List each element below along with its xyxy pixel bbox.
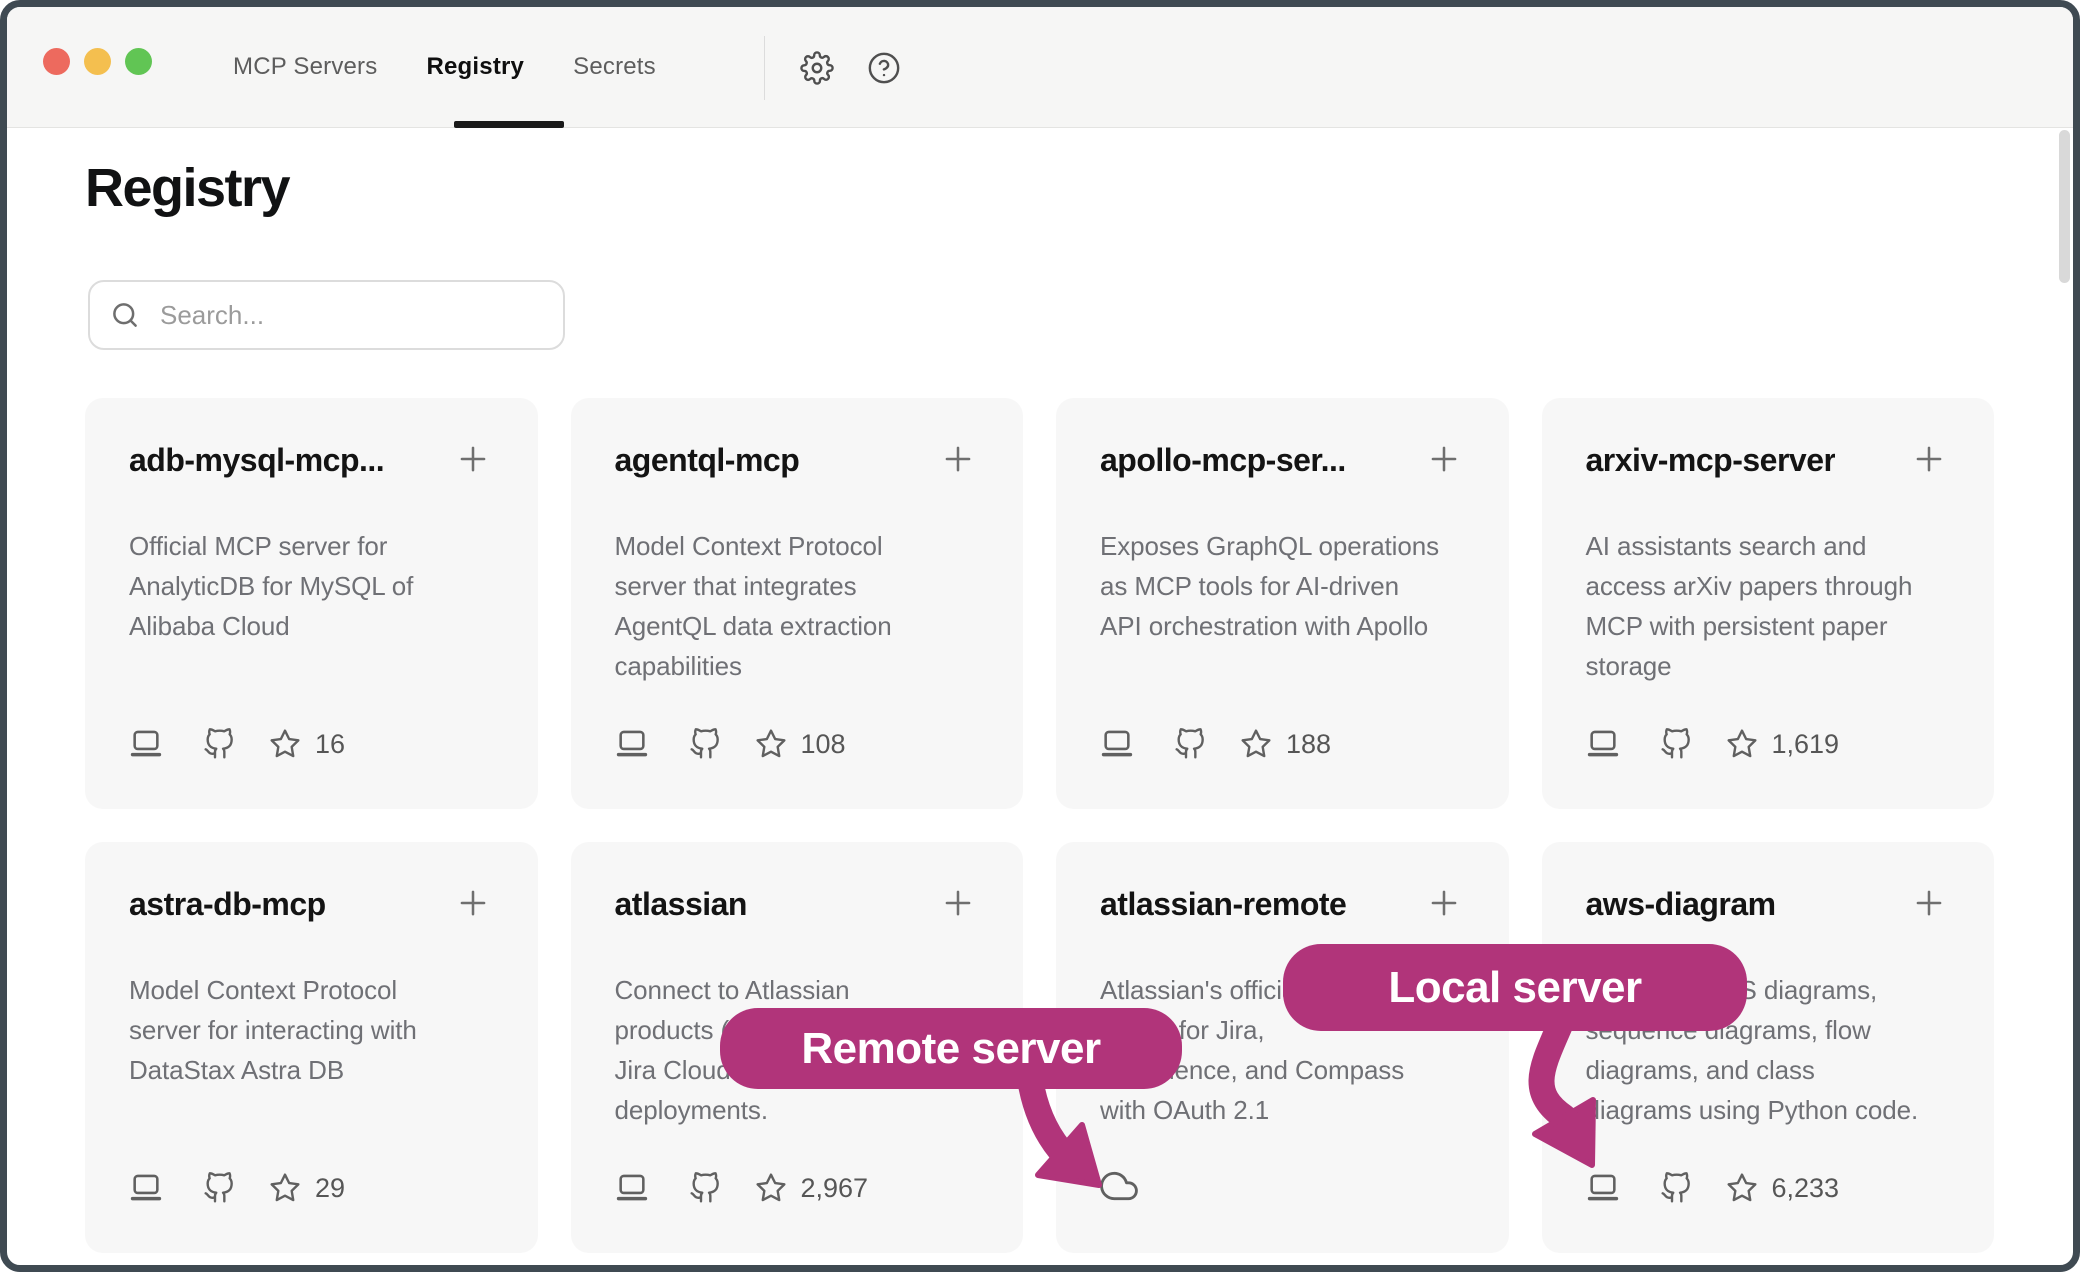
- server-name: atlassian-remote: [1100, 882, 1346, 926]
- tab-secrets[interactable]: Secrets: [573, 53, 656, 81]
- server-description: AI assistants search and access arXiv pa…: [1586, 526, 1949, 686]
- github-icon: [203, 1172, 235, 1204]
- server-card[interactable]: aws-diagram Generate AWS diagrams, seque…: [1542, 842, 1995, 1253]
- star-icon: [1726, 1172, 1758, 1204]
- laptop-icon: [1586, 1171, 1620, 1205]
- github-icon: [689, 728, 721, 760]
- add-server-button[interactable]: [454, 440, 492, 481]
- server-name: astra-db-mcp: [129, 882, 326, 926]
- settings-gear-icon[interactable]: [800, 51, 834, 85]
- server-card[interactable]: arxiv-mcp-server AI assistants search an…: [1542, 398, 1995, 809]
- star-icon: [269, 1172, 301, 1204]
- github-icon: [1660, 728, 1692, 760]
- minimize-button[interactable]: [84, 48, 111, 75]
- card-header: atlassian: [615, 882, 978, 926]
- tab-registry[interactable]: Registry: [426, 53, 524, 81]
- annotation-remote-server: Remote server: [720, 1008, 1182, 1089]
- annotation-local-label: Local server: [1388, 963, 1641, 1013]
- server-meta-row: 29: [129, 1171, 492, 1205]
- server-description: Official MCP server for AnalyticDB for M…: [129, 526, 492, 646]
- zoom-button[interactable]: [125, 48, 152, 75]
- page-title: Registry: [85, 157, 289, 219]
- add-server-button[interactable]: [1425, 884, 1463, 925]
- laptop-icon: [1100, 727, 1134, 761]
- server-card[interactable]: apollo-mcp-ser... Exposes GraphQL operat…: [1056, 398, 1509, 809]
- server-meta-row: 1,619: [1586, 727, 1949, 761]
- card-header: apollo-mcp-ser...: [1100, 438, 1463, 482]
- server-card-grid: adb-mysql-mcp... Official MCP server for…: [85, 398, 1994, 1253]
- star-icon: [755, 728, 787, 760]
- add-server-button[interactable]: [1910, 440, 1948, 481]
- star-count: 29: [315, 1173, 345, 1204]
- add-server-button[interactable]: [1425, 440, 1463, 481]
- laptop-icon: [129, 1171, 163, 1205]
- search-input[interactable]: [160, 300, 543, 331]
- add-server-button[interactable]: [939, 440, 977, 481]
- github-icon: [1174, 728, 1206, 760]
- server-card[interactable]: adb-mysql-mcp... Official MCP server for…: [85, 398, 538, 809]
- server-description: Model Context Protocol server that integ…: [615, 526, 978, 686]
- star-count: 1,619: [1772, 729, 1840, 760]
- titlebar: MCP Servers Registry Secrets: [7, 7, 2073, 128]
- card-header: adb-mysql-mcp...: [129, 438, 492, 482]
- laptop-icon: [615, 1171, 649, 1205]
- star-count: 2,967: [801, 1173, 869, 1204]
- github-icon: [203, 728, 235, 760]
- github-icon: [1660, 1172, 1692, 1204]
- add-server-button[interactable]: [454, 884, 492, 925]
- active-tab-underline: [454, 121, 564, 128]
- github-icon: [689, 1172, 721, 1204]
- laptop-icon: [1586, 727, 1620, 761]
- annotation-local-server: Local server: [1283, 944, 1747, 1031]
- server-meta-row: 108: [615, 727, 978, 761]
- server-name: aws-diagram: [1586, 882, 1776, 926]
- card-header: arxiv-mcp-server: [1586, 438, 1949, 482]
- server-description: Exposes GraphQL operations as MCP tools …: [1100, 526, 1463, 646]
- search-box: [88, 280, 565, 350]
- tab-bar: MCP Servers Registry Secrets: [233, 7, 656, 127]
- cloud-icon: [1100, 1167, 1138, 1205]
- star-count: 16: [315, 729, 345, 760]
- server-meta-row: 16: [129, 727, 492, 761]
- laptop-icon: [129, 727, 163, 761]
- scrollbar-thumb[interactable]: [2059, 130, 2070, 283]
- star-count: 108: [801, 729, 846, 760]
- titlebar-divider: [764, 36, 765, 100]
- card-header: atlassian-remote: [1100, 882, 1463, 926]
- server-description: Model Context Protocol server for intera…: [129, 970, 492, 1090]
- help-icon[interactable]: [867, 51, 901, 85]
- add-server-button[interactable]: [939, 884, 977, 925]
- star-count: 188: [1286, 729, 1331, 760]
- tab-mcp-servers[interactable]: MCP Servers: [233, 53, 377, 81]
- star-icon: [269, 728, 301, 760]
- annotation-remote-label: Remote server: [801, 1024, 1100, 1074]
- server-name: adb-mysql-mcp...: [129, 438, 384, 482]
- card-header: astra-db-mcp: [129, 882, 492, 926]
- server-name: apollo-mcp-ser...: [1100, 438, 1346, 482]
- app-window: MCP ServersRegistrySecrets Registry adb-: [0, 0, 2080, 1272]
- server-meta-row: 2,967: [615, 1171, 978, 1205]
- server-meta-row: [1100, 1151, 1463, 1205]
- search-icon: [110, 300, 140, 330]
- star-icon: [1240, 728, 1272, 760]
- star-count: 6,233: [1772, 1173, 1840, 1204]
- server-name: arxiv-mcp-server: [1586, 438, 1836, 482]
- star-icon: [755, 1172, 787, 1204]
- server-card[interactable]: astra-db-mcp Model Context Protocol serv…: [85, 842, 538, 1253]
- close-button[interactable]: [43, 48, 70, 75]
- server-meta-row: 188: [1100, 727, 1463, 761]
- server-meta-row: 6,233: [1586, 1171, 1949, 1205]
- star-icon: [1726, 728, 1758, 760]
- server-name: agentql-mcp: [615, 438, 800, 482]
- card-header: agentql-mcp: [615, 438, 978, 482]
- laptop-icon: [615, 727, 649, 761]
- card-header: aws-diagram: [1586, 882, 1949, 926]
- add-server-button[interactable]: [1910, 884, 1948, 925]
- traffic-lights: [43, 48, 152, 75]
- server-card[interactable]: agentql-mcp Model Context Protocol serve…: [571, 398, 1024, 809]
- server-name: atlassian: [615, 882, 747, 926]
